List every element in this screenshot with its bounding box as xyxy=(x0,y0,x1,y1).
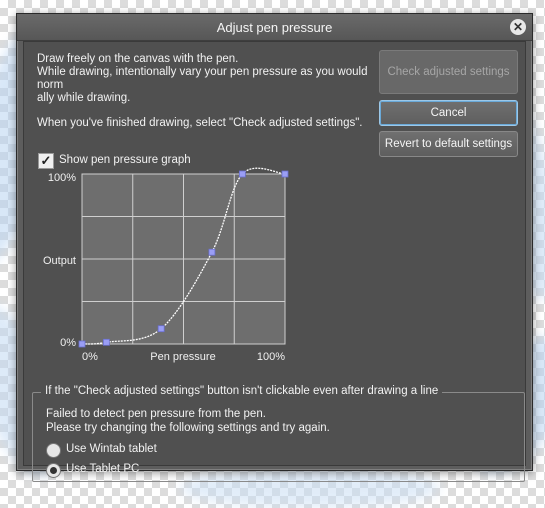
pen-pressure-graph[interactable]: 100% Output 0% 0% Pen pressure 100% xyxy=(24,164,314,374)
tablet-pc-label: Use Tablet PC xyxy=(66,463,140,475)
instruction-line: When you've finished drawing, select "Ch… xyxy=(37,117,363,129)
cancel-button[interactable]: Cancel xyxy=(379,100,518,126)
control-point[interactable] xyxy=(102,338,110,346)
control-point[interactable] xyxy=(281,170,289,178)
message-line: Please try changing the following settin… xyxy=(46,422,330,434)
dialog-titlebar[interactable]: Adjust pen pressure ✕ xyxy=(17,14,532,41)
troubleshoot-legend: If the "Check adjusted settings" button … xyxy=(41,385,443,397)
y-bottom-label: 0% xyxy=(60,337,76,349)
wintab-radio[interactable] xyxy=(46,443,61,458)
revert-default-button[interactable]: Revert to default settings xyxy=(379,131,518,157)
x-mid-label: Pen pressure xyxy=(150,351,215,363)
message-line: Failed to detect pen pressure from the p… xyxy=(46,408,266,420)
instruction-line: Draw freely on the canvas with the pen. xyxy=(37,53,239,65)
x-left-label: 0% xyxy=(82,351,98,363)
instruction-line: ally while drawing. xyxy=(37,92,131,104)
x-right-label: 100% xyxy=(257,351,285,363)
check-adjusted-settings-button[interactable]: Check adjusted settings xyxy=(379,50,518,94)
control-point[interactable] xyxy=(238,170,246,178)
troubleshoot-message: Failed to detect pen pressure from the p… xyxy=(46,407,330,435)
dialog-body: Draw freely on the canvas with the pen. … xyxy=(23,41,526,482)
dialog-title: Adjust pen pressure xyxy=(216,20,333,35)
troubleshoot-group: If the "Check adjusted settings" button … xyxy=(32,385,525,482)
adjust-pen-pressure-dialog: Adjust pen pressure ✕ Draw freely on the… xyxy=(16,13,533,482)
tablet-pc-radio[interactable] xyxy=(46,463,61,478)
control-point[interactable] xyxy=(157,325,165,333)
instructions: Draw freely on the canvas with the pen. … xyxy=(37,53,377,130)
instruction-line: While drawing, intentionally vary your p… xyxy=(37,66,368,91)
wintab-label: Use Wintab tablet xyxy=(66,443,157,455)
control-point[interactable] xyxy=(208,248,216,256)
close-icon[interactable]: ✕ xyxy=(510,19,526,35)
y-top-label: 100% xyxy=(48,172,76,184)
y-mid-label: Output xyxy=(43,255,76,267)
control-point[interactable] xyxy=(78,340,86,348)
